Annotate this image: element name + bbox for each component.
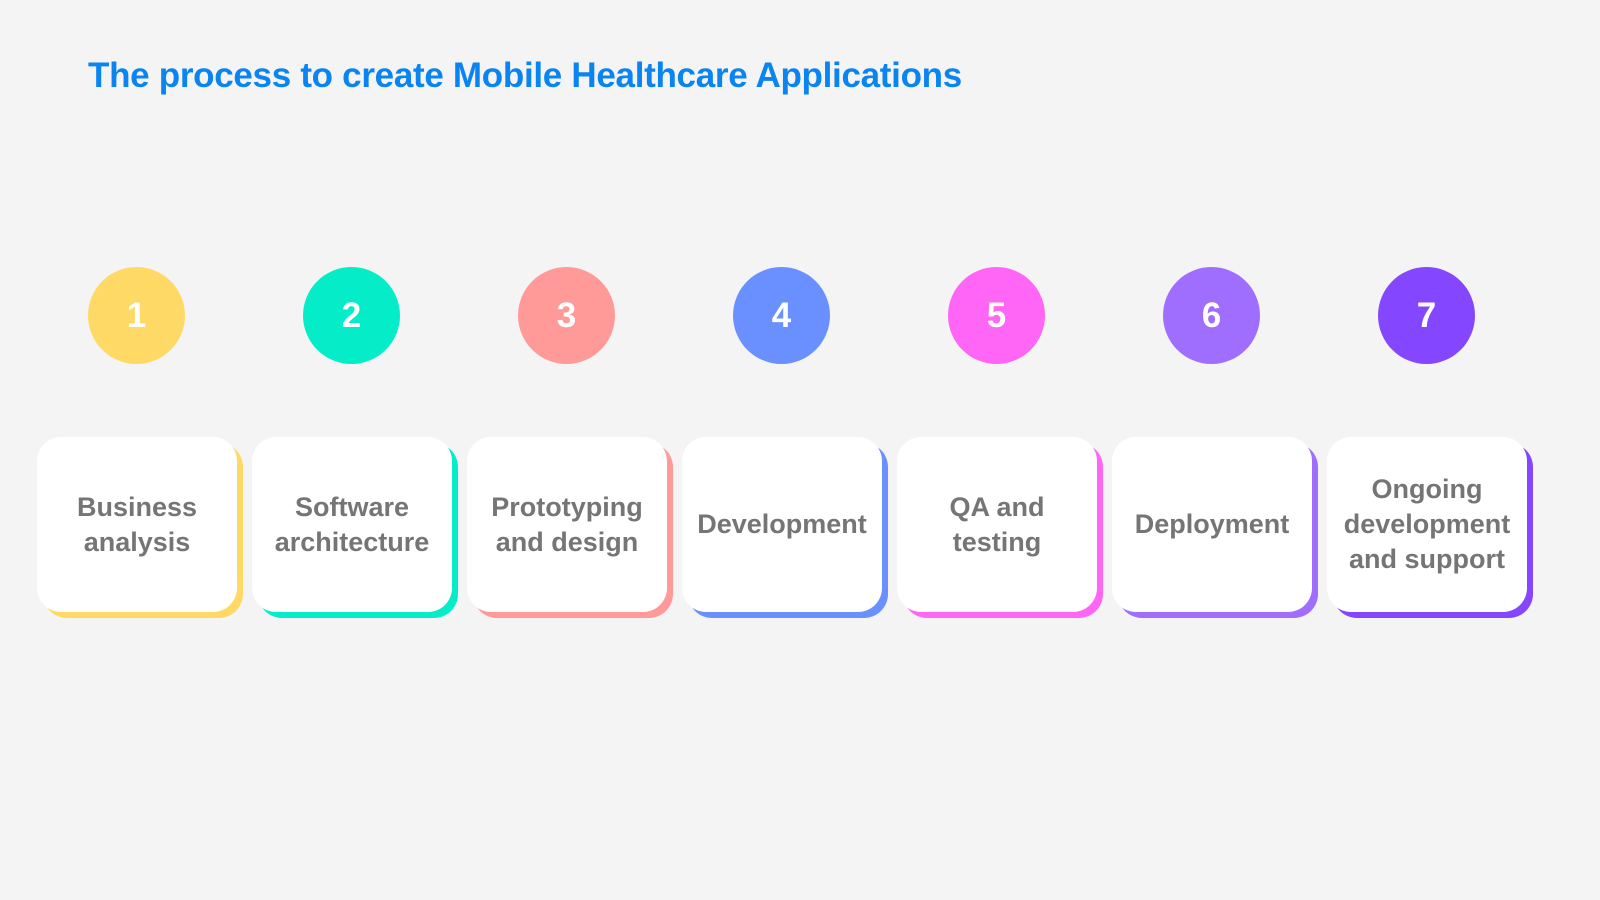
card-body: Ongoing development and support	[1327, 437, 1527, 612]
step-5: 5 QA and testing	[897, 0, 1112, 900]
step-2: 2 Software architecture	[252, 0, 467, 900]
step-card: Deployment	[1112, 437, 1318, 618]
step-card: QA and testing	[897, 437, 1103, 618]
step-3: 3 Prototyping and design	[467, 0, 682, 900]
card-body: Prototyping and design	[467, 437, 667, 612]
step-number-badge: 4	[733, 267, 830, 364]
step-label: Development	[697, 509, 867, 539]
step-6: 6 Deployment	[1112, 0, 1327, 900]
step-card: Ongoing development and support	[1327, 437, 1533, 618]
step-number-badge: 5	[948, 267, 1045, 364]
step-label: QA and testing	[949, 491, 1045, 557]
card-body: Business analysis	[37, 437, 237, 612]
step-label: Prototyping and design	[491, 491, 643, 557]
step-7: 7 Ongoing development and support	[1327, 0, 1542, 900]
step-card: Software architecture	[252, 437, 458, 618]
step-card: Development	[682, 437, 888, 618]
step-label: Software architecture	[274, 491, 430, 557]
step-number-badge: 2	[303, 267, 400, 364]
step-number-badge: 3	[518, 267, 615, 364]
step-label: Business analysis	[76, 491, 198, 557]
step-1: 1 Business analysis	[37, 0, 252, 900]
step-card: Prototyping and design	[467, 437, 673, 618]
card-body: Development	[682, 437, 882, 612]
step-label: Deployment	[1134, 509, 1290, 539]
step-number-badge: 7	[1378, 267, 1475, 364]
card-body: QA and testing	[897, 437, 1097, 612]
card-body: Software architecture	[252, 437, 452, 612]
step-number-badge: 6	[1163, 267, 1260, 364]
step-number-badge: 1	[88, 267, 185, 364]
process-steps: 1 Business analysis 2 Software architect…	[0, 0, 1600, 900]
card-body: Deployment	[1112, 437, 1312, 612]
step-4: 4 Development	[682, 0, 897, 900]
step-card: Business analysis	[37, 437, 243, 618]
step-label: Ongoing development and support	[1343, 474, 1511, 574]
